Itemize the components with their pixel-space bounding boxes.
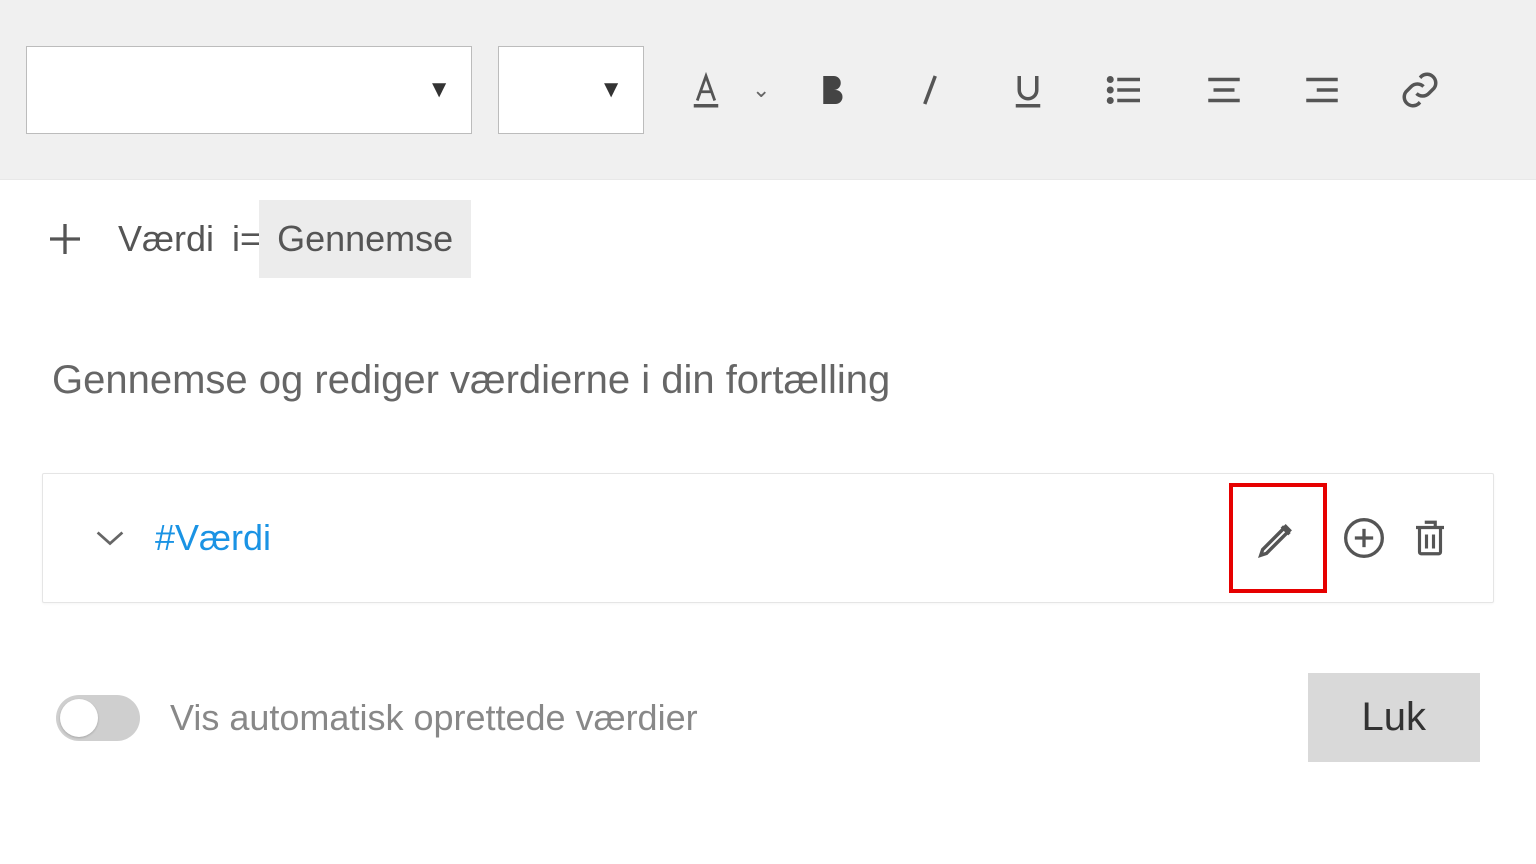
- underline-button[interactable]: [992, 54, 1064, 126]
- link-button[interactable]: [1384, 54, 1456, 126]
- bold-button[interactable]: [796, 54, 868, 126]
- section-heading: Gennemse og rediger værdierne i din fort…: [0, 278, 1536, 433]
- tabs-row: Værdi i= Gennemse: [0, 180, 1536, 278]
- toggle-knob: [60, 699, 98, 737]
- font-color-group: ⌄: [670, 54, 770, 126]
- add-value-button[interactable]: [40, 214, 90, 264]
- tab-browse[interactable]: Gennemse: [259, 200, 471, 278]
- align-center-button[interactable]: [1188, 54, 1260, 126]
- auto-values-toggle[interactable]: [56, 695, 140, 741]
- font-color-button[interactable]: [670, 54, 742, 126]
- tab-value-label[interactable]: Værdi: [108, 200, 224, 278]
- expand-chevron-icon[interactable]: [93, 527, 127, 549]
- list-button[interactable]: [1090, 54, 1162, 126]
- value-actions: [1229, 483, 1459, 593]
- value-row: #Værdi: [42, 473, 1494, 603]
- delete-button[interactable]: [1401, 509, 1459, 567]
- footer-left: Vis automatisk oprettede værdier: [56, 695, 698, 741]
- dropdown-arrow-icon: ▼: [599, 76, 623, 104]
- toggle-label: Vis automatisk oprettede værdier: [170, 697, 698, 739]
- edit-highlight-box: [1229, 483, 1327, 593]
- value-name[interactable]: #Værdi: [155, 517, 271, 559]
- italic-button[interactable]: [894, 54, 966, 126]
- chevron-down-icon[interactable]: ⌄: [752, 77, 770, 103]
- close-button[interactable]: Luk: [1308, 673, 1481, 762]
- font-size-dropdown[interactable]: ▼: [498, 46, 644, 134]
- footer-row: Vis automatisk oprettede værdier Luk: [0, 603, 1536, 762]
- font-family-dropdown[interactable]: ▼: [26, 46, 472, 134]
- align-right-button[interactable]: [1286, 54, 1358, 126]
- formatting-toolbar: ▼ ▼ ⌄: [0, 0, 1536, 180]
- add-button[interactable]: [1335, 509, 1393, 567]
- value-row-left: #Værdi: [93, 517, 271, 559]
- edit-button[interactable]: [1249, 509, 1307, 567]
- dropdown-arrow-icon: ▼: [427, 76, 451, 104]
